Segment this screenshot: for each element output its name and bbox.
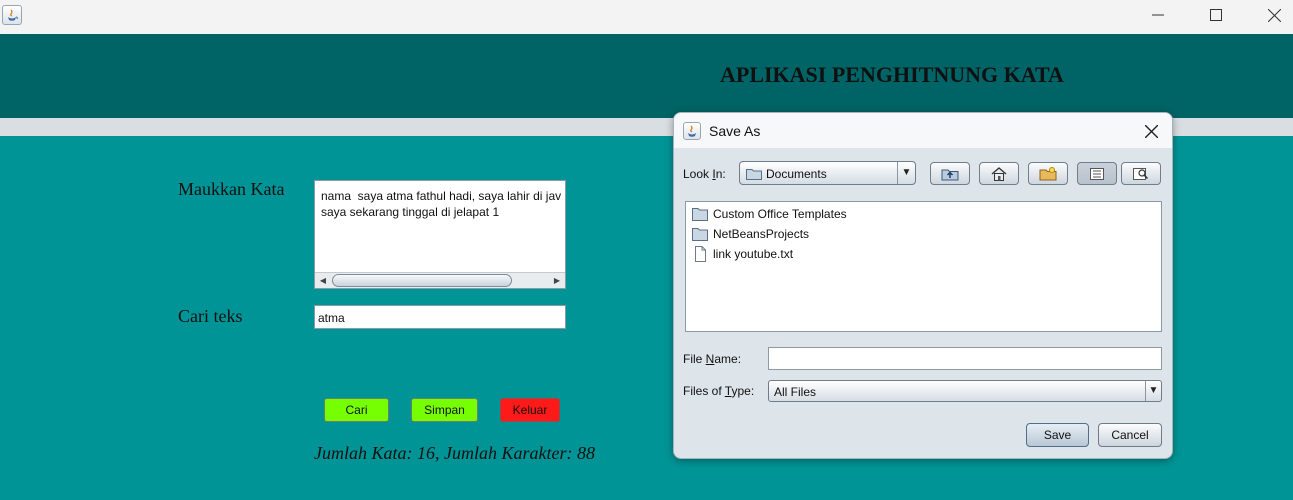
home-icon [991,166,1007,181]
list-item[interactable]: Custom Office Templates [692,205,847,223]
list-item[interactable]: NetBeansProjects [692,225,809,243]
details-view-button[interactable] [1121,162,1161,185]
app-header: APLIKASI PENGHITNUNG KATA [0,34,1293,118]
save-as-dialog: Save As Look In: Documents ▼ Custom Offi… [673,112,1173,459]
up-folder-button[interactable] [930,162,970,185]
list-view-icon [1090,167,1104,180]
close-icon [1144,124,1158,138]
maximize-button[interactable] [1187,0,1245,30]
chevron-down-icon[interactable]: ▼ [897,162,915,184]
list-item[interactable]: link youtube.txt [692,245,793,263]
file-name-field[interactable] [768,347,1162,370]
cancel-button[interactable]: Cancel [1098,423,1162,447]
file-icon [695,246,706,262]
maximize-icon [1210,9,1222,21]
details-view-icon [1133,167,1149,180]
look-in-value: Documents [766,167,827,181]
java-app-icon [2,5,22,25]
cari-button[interactable]: Cari [324,398,389,422]
folder-icon [692,208,708,221]
close-icon [1267,8,1281,22]
page-title: APLIKASI PENGHITNUNG KATA [720,62,1064,87]
minimize-button[interactable] [1129,0,1187,30]
folder-icon [692,228,708,241]
look-in-select[interactable]: Documents ▼ [739,161,916,185]
search-label: Cari teks [178,306,243,326]
scrollbar-thumb[interactable] [332,274,512,287]
folder-icon [746,169,762,180]
horizontal-scrollbar[interactable]: ◀ ▶ [315,272,565,288]
save-button[interactable]: Save [1026,423,1089,447]
look-in-label: Look In: [683,167,726,181]
up-folder-icon [941,169,959,180]
textarea-content: nama saya atma fathul hadi, saya lahir d… [321,189,562,219]
result-text: Jumlah Kata: 16, Jumlah Karakter: 88 [314,443,595,463]
scroll-right-icon[interactable]: ▶ [550,273,564,288]
dialog-title: Save As [709,123,761,139]
file-type-value: All Files [774,385,817,399]
new-folder-icon [1039,166,1057,180]
keluar-button[interactable]: Keluar [500,398,560,422]
input-label: Maukkan Kata [178,179,285,199]
file-list[interactable]: Custom Office Templates NetBeansProjects… [685,201,1162,332]
java-dialog-icon [683,122,701,140]
word-textarea[interactable]: nama saya atma fathul hadi, saya lahir d… [314,180,566,289]
new-folder-button[interactable] [1028,162,1068,185]
home-button[interactable] [979,162,1019,185]
simpan-button[interactable]: Simpan [411,398,478,422]
dialog-titlebar: Save As [674,113,1172,148]
window-titlebar [0,0,1293,34]
list-view-button[interactable] [1077,162,1117,185]
file-type-label: Files of Type: [683,384,755,398]
file-type-select[interactable]: All Files ▼ [768,380,1162,402]
scroll-left-icon[interactable]: ◀ [316,273,330,288]
minimize-icon [1152,14,1164,16]
search-input[interactable]: atma [314,305,566,329]
file-name-label: File Name: [683,352,742,366]
dialog-close-button[interactable] [1140,121,1162,141]
close-button[interactable] [1245,0,1293,30]
chevron-down-icon[interactable]: ▼ [1145,381,1161,401]
